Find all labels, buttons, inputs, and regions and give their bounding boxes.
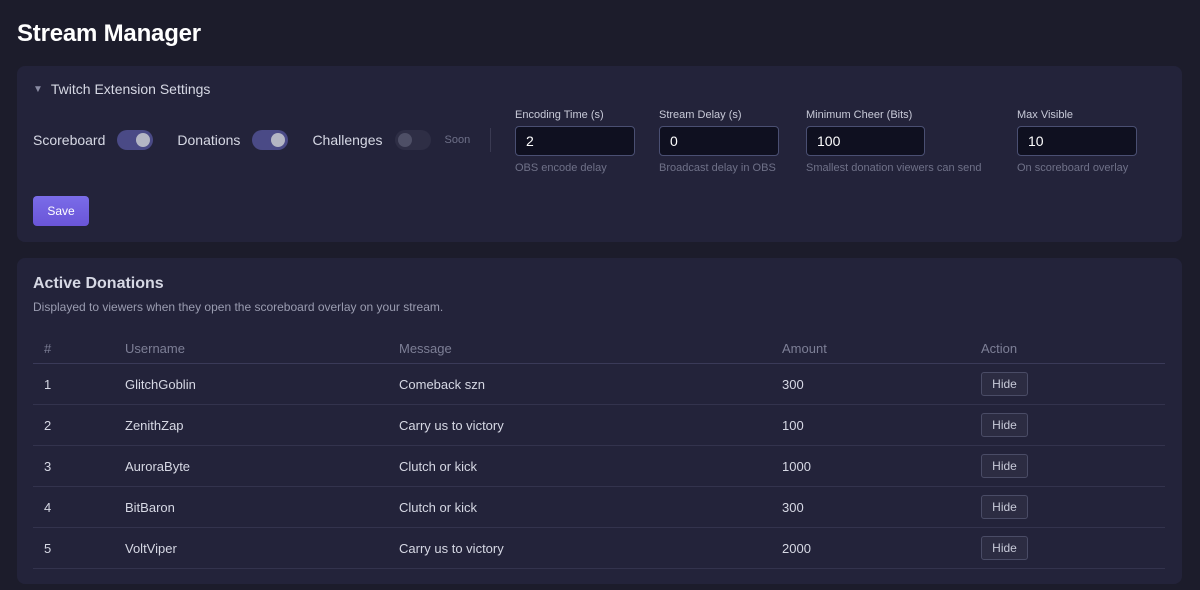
row-number: 1: [44, 377, 52, 392]
divider: [490, 128, 491, 152]
minimum-cheer-input[interactable]: 100: [806, 126, 925, 156]
toggle-label-challenges: Challenges: [312, 132, 383, 148]
donations-title: Active Donations: [33, 275, 164, 292]
row-message: Carry us to victory: [399, 418, 504, 433]
row-message: Comeback szn: [399, 377, 485, 392]
save-button[interactable]: Save: [33, 196, 89, 226]
toggle-knob: [136, 133, 151, 147]
row-amount: 1000: [782, 459, 811, 474]
extension-settings-panel: ▼ Twitch Extension Settings Scoreboard D…: [17, 66, 1182, 242]
settings-header-label: Twitch Extension Settings: [50, 81, 211, 97]
stream-delay-field: Stream Delay (s) 0 Broadcast delay in OB…: [659, 109, 779, 174]
donations-subtitle: Displayed to viewers when they open the …: [33, 300, 444, 314]
caret-down-icon: ▼: [33, 83, 43, 95]
table-row: 5 VoltViper Carry us to victory 2000 Hid…: [33, 528, 1165, 569]
table-row: 2 ZenithZap Carry us to victory 100 Hide: [33, 405, 1165, 446]
row-number: 2: [44, 418, 52, 433]
encoding-time-hint: OBS encode delay: [515, 162, 607, 174]
hide-button[interactable]: Hide: [981, 413, 1028, 437]
stream-delay-label: Stream Delay (s): [659, 109, 742, 121]
row-amount: 100: [782, 418, 804, 433]
row-amount: 300: [782, 500, 804, 515]
max-visible-hint: On scoreboard overlay: [1017, 162, 1129, 174]
hide-button[interactable]: Hide: [981, 454, 1028, 478]
table-row: 4 BitBaron Clutch or kick 300 Hide: [33, 487, 1165, 528]
max-visible-input[interactable]: 10: [1017, 126, 1137, 156]
page-title: Stream Manager: [17, 20, 201, 47]
encoding-time-input[interactable]: 2: [515, 126, 635, 156]
row-number: 4: [44, 500, 52, 515]
stream-delay-hint: Broadcast delay in OBS: [659, 162, 776, 174]
encoding-time-field: Encoding Time (s) 2 OBS encode delay: [515, 109, 635, 174]
column-header-message: Message: [399, 341, 452, 356]
column-header-action: Action: [981, 341, 1018, 356]
toggle-label-scoreboard: Scoreboard: [33, 132, 106, 148]
table-row: 3 AuroraByte Clutch or kick 1000 Hide: [33, 446, 1165, 487]
feature-toggles: Scoreboard Donations Challenges Soon: [33, 129, 470, 151]
column-header-amount: Amount: [782, 341, 827, 356]
table-row: 1 GlitchGoblin Comeback szn 300 Hide: [33, 364, 1165, 405]
row-number: 5: [44, 541, 52, 556]
row-number: 3: [44, 459, 52, 474]
minimum-cheer-field: Minimum Cheer (Bits) 100 Smallest donati…: [806, 109, 981, 174]
row-message: Clutch or kick: [399, 500, 478, 515]
toggle-label-donations: Donations: [177, 132, 241, 148]
max-visible-field: Max Visible 10 On scoreboard overlay: [1017, 109, 1137, 174]
hide-button[interactable]: Hide: [981, 536, 1028, 560]
settings-collapse-toggle[interactable]: ▼ Twitch Extension Settings: [33, 81, 210, 97]
row-username: GlitchGoblin: [125, 377, 196, 392]
max-visible-label: Max Visible: [1017, 109, 1074, 121]
scoreboard-toggle[interactable]: [117, 130, 154, 150]
minimum-cheer-label: Minimum Cheer (Bits): [806, 109, 913, 121]
column-header-number: #: [44, 341, 52, 356]
row-username: AuroraByte: [125, 459, 191, 474]
row-username: BitBaron: [125, 500, 175, 515]
challenges-toggle: [394, 130, 431, 150]
hide-button[interactable]: Hide: [981, 495, 1028, 519]
column-header-username: Username: [125, 341, 185, 356]
donations-table: # Username Message Amount Action 1 Glitc…: [33, 336, 1165, 569]
active-donations-panel: Active Donations Displayed to viewers wh…: [17, 258, 1182, 584]
row-amount: 300: [782, 377, 804, 392]
table-header: # Username Message Amount Action: [33, 336, 1165, 364]
row-username: ZenithZap: [125, 418, 184, 433]
soon-badge: Soon: [444, 134, 471, 146]
row-amount: 2000: [782, 541, 811, 556]
toggle-knob: [271, 133, 286, 147]
row-message: Carry us to victory: [399, 541, 504, 556]
toggle-knob: [397, 133, 412, 147]
minimum-cheer-hint: Smallest donation viewers can send: [806, 162, 982, 174]
donations-toggle[interactable]: [252, 130, 289, 150]
encoding-time-label: Encoding Time (s): [515, 109, 604, 121]
row-message: Clutch or kick: [399, 459, 478, 474]
hide-button[interactable]: Hide: [981, 372, 1028, 396]
row-username: VoltViper: [125, 541, 177, 556]
stream-delay-input[interactable]: 0: [659, 126, 779, 156]
